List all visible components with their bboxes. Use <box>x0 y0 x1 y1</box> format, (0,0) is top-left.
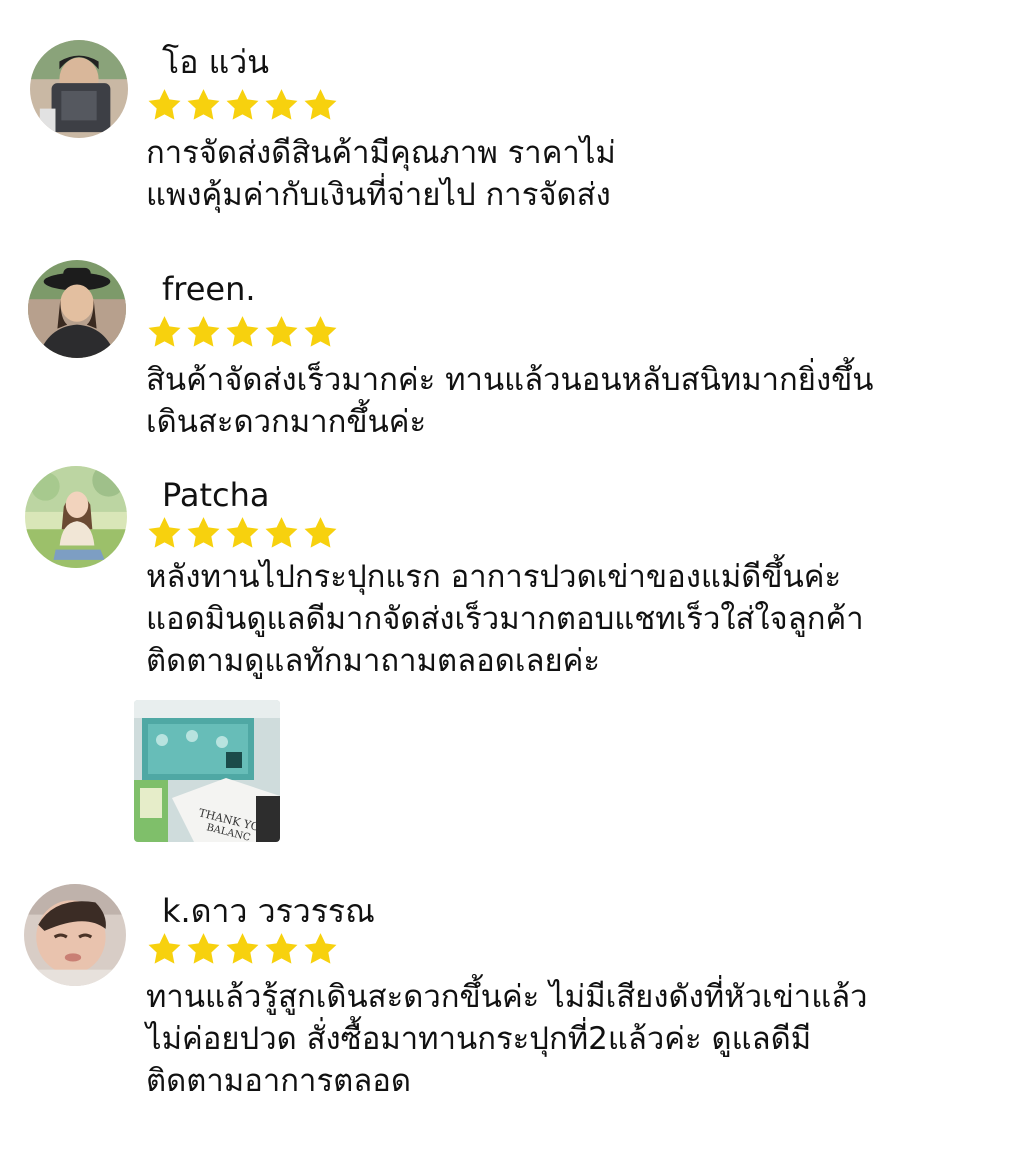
star-icon <box>304 316 337 347</box>
star-icon <box>187 89 220 120</box>
review-text: หลังทานไปกระปุกแรก อาการปวดเข่าของแม่ดีข… <box>146 559 864 679</box>
star-rating <box>146 88 339 122</box>
star-icon <box>226 316 259 347</box>
star-icon <box>187 316 220 347</box>
reviewer-avatar[interactable] <box>24 884 126 986</box>
star-icon <box>304 89 337 120</box>
star-icon <box>226 517 259 548</box>
star-icon <box>148 933 181 964</box>
reviewer-avatar[interactable] <box>30 40 128 138</box>
star-icon <box>187 933 220 964</box>
star-rating <box>146 516 339 550</box>
star-icon <box>304 517 337 548</box>
reviewer-name: โอ แว่น <box>162 43 270 81</box>
reviewer-name: freen. <box>162 270 256 308</box>
star-icon <box>265 89 298 120</box>
reviewer-name: Patcha <box>162 476 270 514</box>
review-text: การจัดส่งดีสินค้ามีคุณภาพ ราคาไม่ แพงคุ้… <box>146 135 616 213</box>
star-icon <box>304 933 337 964</box>
star-icon <box>187 517 220 548</box>
reviewer-avatar[interactable] <box>28 260 126 358</box>
star-icon <box>265 933 298 964</box>
reviewer-name: k.ดาว วรวรรณ <box>162 892 375 930</box>
review-text: สินค้าจัดส่งเร็วมากค่ะ ทานแล้วนอนหลับสนิ… <box>146 362 874 440</box>
reviewer-avatar[interactable] <box>25 466 127 568</box>
star-rating <box>146 315 339 349</box>
star-icon <box>265 517 298 548</box>
star-icon <box>148 316 181 347</box>
star-icon <box>265 316 298 347</box>
review-photo[interactable]: THANK YOU BALANC <box>134 700 280 842</box>
review-text: ทานแล้วรู้สูกเดินสะดวกขึ้นค่ะ ไม่มีเสียง… <box>146 979 868 1099</box>
star-icon <box>226 89 259 120</box>
star-icon <box>226 933 259 964</box>
star-rating <box>146 932 339 966</box>
star-icon <box>148 517 181 548</box>
star-icon <box>148 89 181 120</box>
